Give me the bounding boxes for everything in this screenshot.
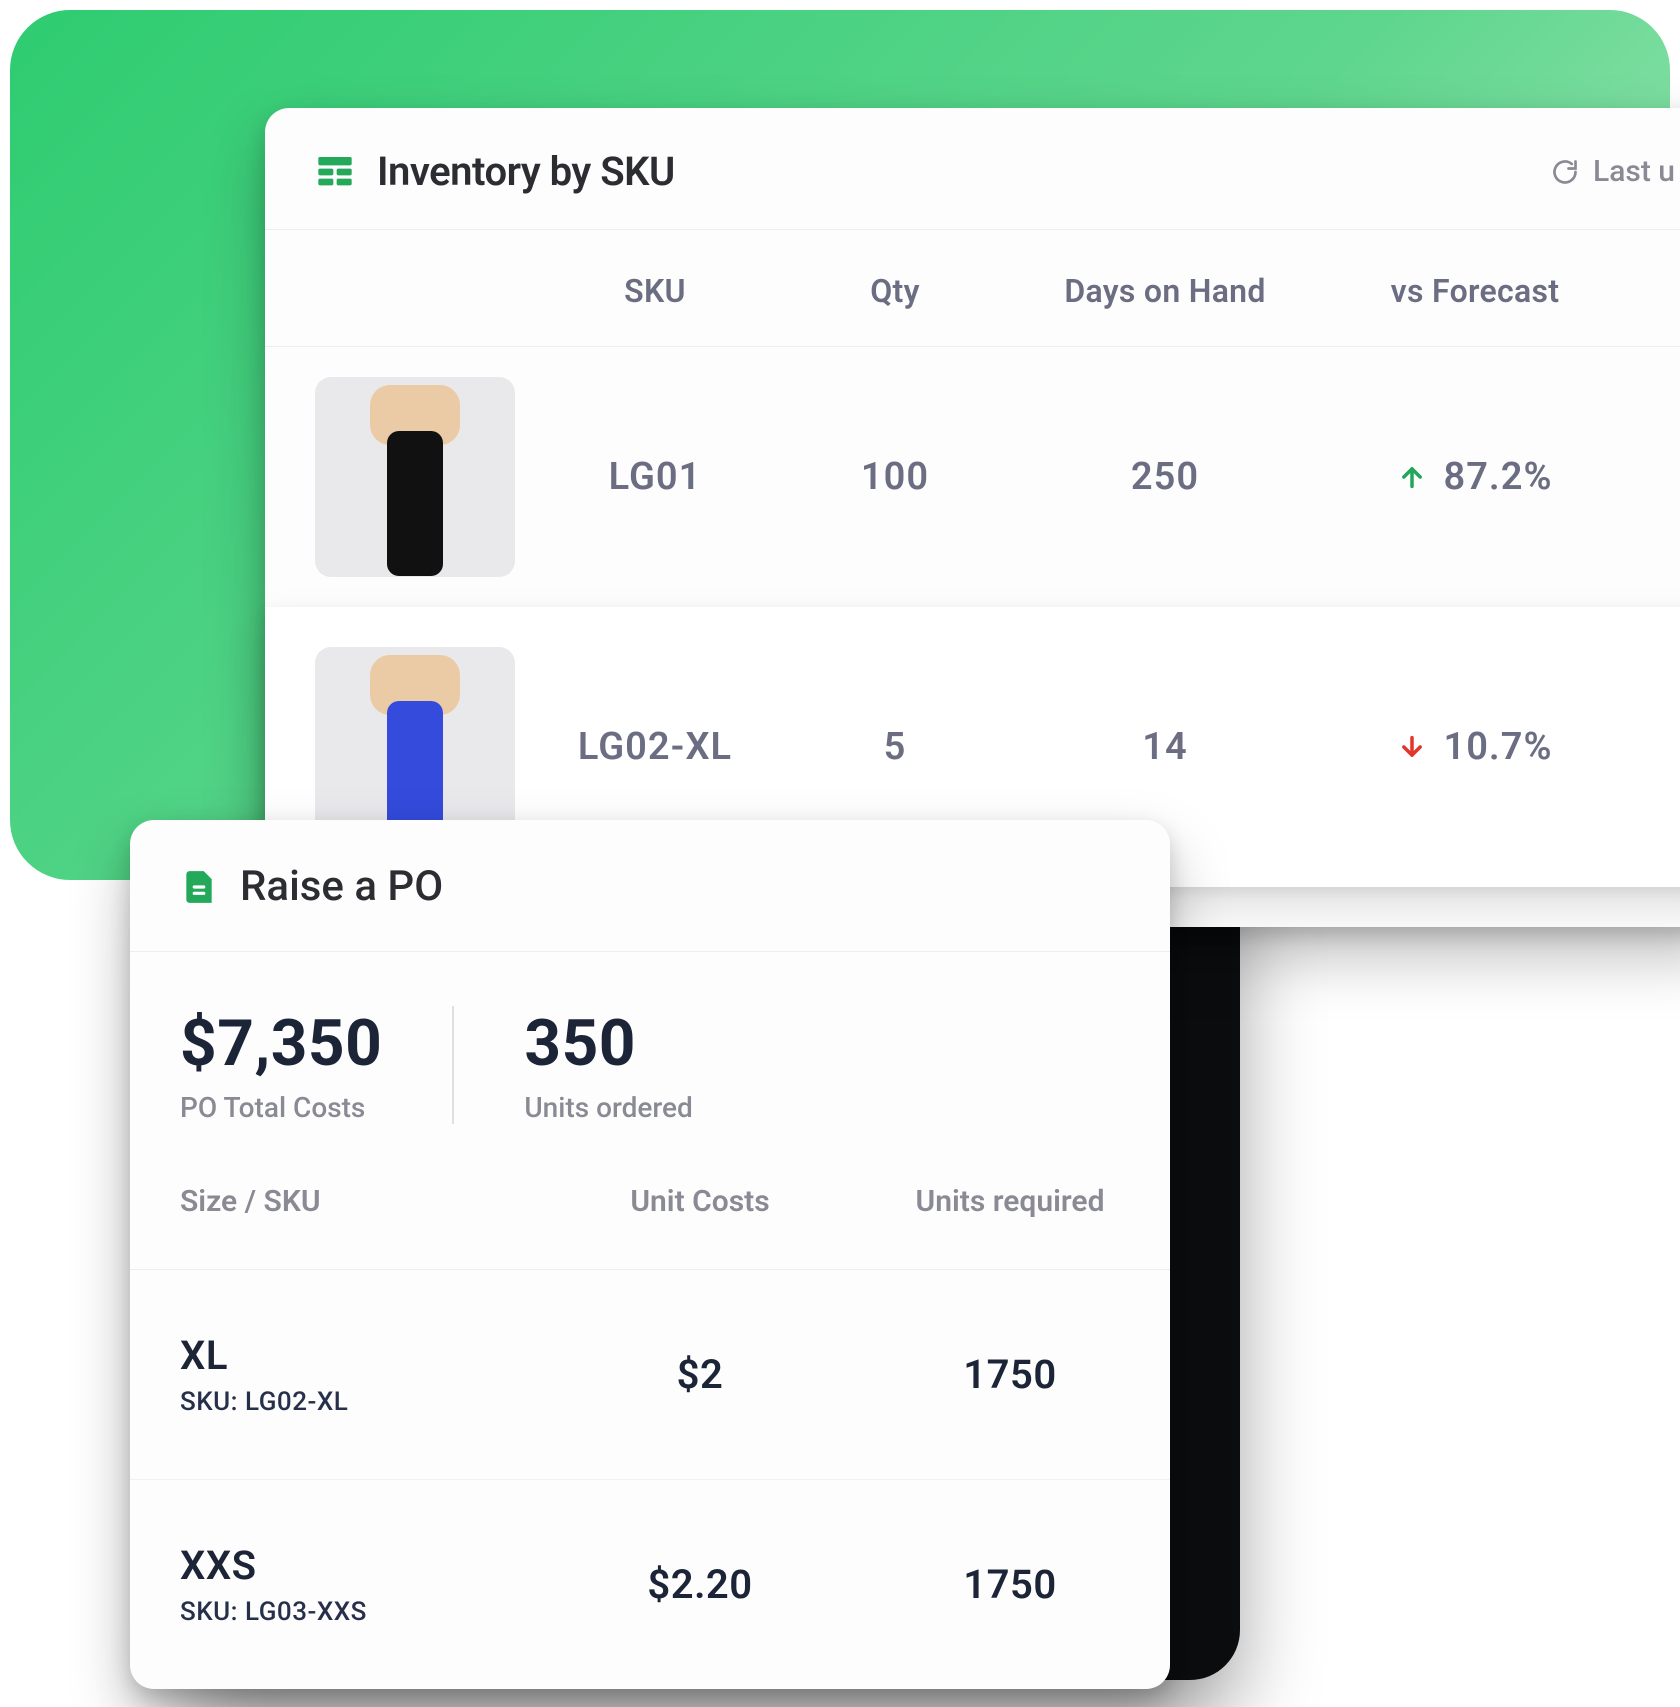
inventory-card-header: Inventory by SKU Last u: [265, 108, 1680, 230]
cell-units-required: 1750: [850, 1480, 1170, 1690]
po-row[interactable]: XXS SKU: LG03-XXS $2.20 1750: [130, 1480, 1170, 1690]
product-thumb-cell: [265, 347, 525, 607]
document-icon: [180, 868, 218, 906]
table-icon: [315, 152, 355, 192]
col-sku: SKU: [525, 230, 785, 347]
po-table: Size / SKU Unit Costs Units required XL …: [130, 1136, 1170, 1689]
product-thumb: [315, 647, 515, 847]
refresh-icon: [1551, 158, 1579, 186]
col-unit-cost: Unit Costs: [550, 1136, 850, 1270]
cell-days: 250: [1005, 347, 1325, 607]
po-units-label: Units ordered: [524, 1091, 692, 1124]
last-updated[interactable]: Last u: [1551, 154, 1675, 189]
cell-size: XXS SKU: LG03-XXS: [130, 1480, 550, 1690]
inventory-header-row: SKU Qty Days on Hand vs Forecast: [265, 230, 1680, 347]
po-units-block: 350 Units ordered: [452, 1006, 762, 1124]
col-forecast: vs Forecast: [1325, 230, 1625, 347]
inventory-row[interactable]: LG01 100 250 87.2%: [265, 347, 1680, 607]
cell-qty: 100: [785, 347, 1005, 607]
forecast-value: 10.7%: [1444, 725, 1553, 769]
col-size: Size / SKU: [130, 1136, 550, 1270]
sku-label: SKU: LG03-XXS: [180, 1597, 540, 1627]
cell-units-required: 1750: [850, 1270, 1170, 1480]
col-days: Days on Hand: [1005, 230, 1325, 347]
size-label: XXS: [180, 1542, 540, 1589]
product-thumb: [315, 377, 515, 577]
col-units-required: Units required: [850, 1136, 1170, 1270]
cell-unit-cost: $2.20: [550, 1480, 850, 1690]
arrow-up-icon: [1398, 463, 1426, 491]
cell-forecast: 87.2%: [1325, 347, 1625, 607]
po-card-header: Raise a PO: [130, 820, 1170, 952]
po-header-row: Size / SKU Unit Costs Units required: [130, 1136, 1170, 1270]
inventory-title: Inventory by SKU: [377, 148, 675, 195]
size-label: XL: [180, 1332, 540, 1379]
cell-sku: LG01: [525, 347, 785, 607]
arrow-down-icon: [1398, 733, 1426, 761]
cell-size: XL SKU: LG02-XL: [130, 1270, 550, 1480]
cell-forecast: 10.7%: [1325, 607, 1625, 887]
col-image: [265, 230, 525, 347]
last-updated-label: Last u: [1593, 154, 1675, 189]
inventory-card: Inventory by SKU Last u SKU Qty Days on …: [265, 108, 1680, 927]
forecast-value: 87.2%: [1444, 455, 1553, 499]
po-row[interactable]: XL SKU: LG02-XL $2 1750: [130, 1270, 1170, 1480]
sku-label: SKU: LG02-XL: [180, 1387, 540, 1417]
inventory-table: SKU Qty Days on Hand vs Forecast LG01 10…: [265, 230, 1680, 887]
po-title: Raise a PO: [240, 862, 443, 911]
po-total-block: $7,350 PO Total Costs: [180, 1006, 452, 1124]
po-units-value: 350: [524, 1006, 692, 1081]
cell-unit-cost: $2: [550, 1270, 850, 1480]
col-qty: Qty: [785, 230, 1005, 347]
po-total-value: $7,350: [180, 1006, 382, 1081]
po-total-label: PO Total Costs: [180, 1091, 382, 1124]
po-summary: $7,350 PO Total Costs 350 Units ordered: [130, 952, 1170, 1136]
po-card: Raise a PO $7,350 PO Total Costs 350 Uni…: [130, 820, 1170, 1689]
